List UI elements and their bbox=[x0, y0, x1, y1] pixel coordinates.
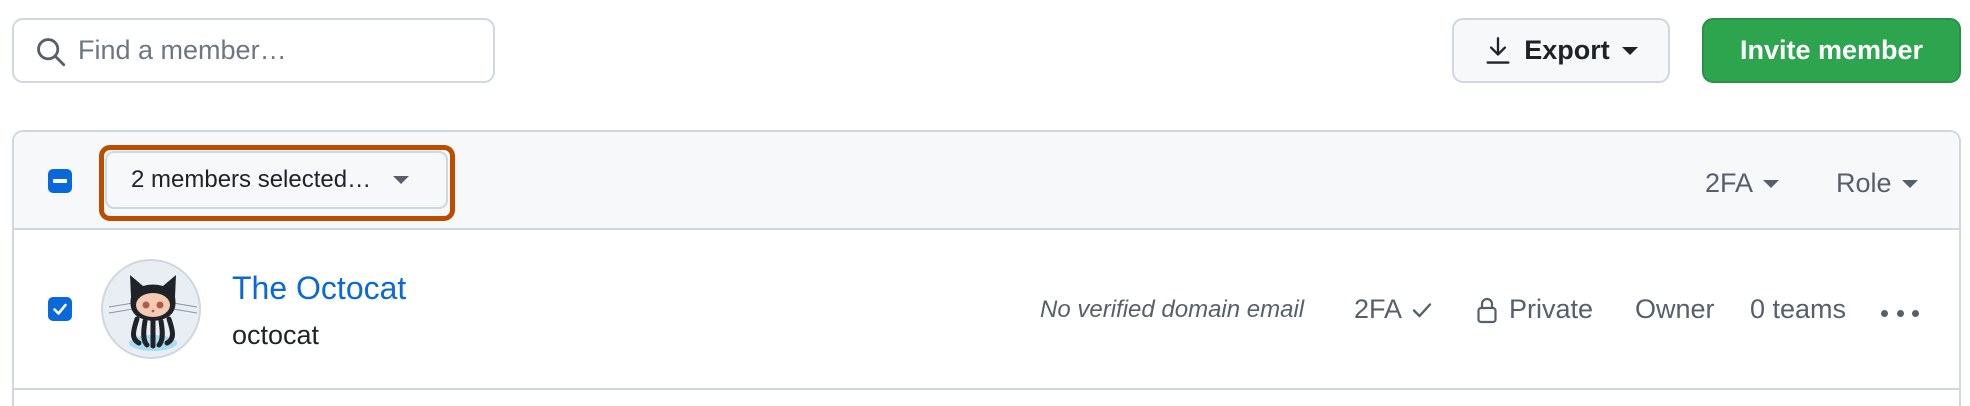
member-login: octocat bbox=[232, 320, 320, 350]
twofa-status: 2FA bbox=[1354, 294, 1434, 325]
visibility-label: Private bbox=[1509, 294, 1594, 324]
membership-visibility[interactable]: Private bbox=[1475, 294, 1593, 325]
lock-icon bbox=[1477, 297, 1497, 323]
dot bbox=[1881, 309, 1888, 317]
selected-count-label: 2 members selected… bbox=[131, 166, 372, 193]
chevron-down-icon bbox=[1763, 179, 1780, 188]
export-label: Export bbox=[1524, 35, 1610, 65]
search-input[interactable] bbox=[78, 22, 478, 79]
twofa-label: 2FA bbox=[1354, 294, 1403, 324]
avatar[interactable] bbox=[101, 259, 201, 359]
chevron-down-icon bbox=[393, 176, 410, 184]
check-icon bbox=[1412, 302, 1432, 317]
invite-member-button[interactable]: Invite member bbox=[1702, 18, 1961, 83]
dot bbox=[1896, 309, 1904, 317]
check-icon bbox=[53, 303, 67, 315]
role-filter-label: Role bbox=[1836, 168, 1892, 198]
member-display-name[interactable]: The Octocat bbox=[232, 270, 406, 307]
octocat-icon bbox=[108, 275, 198, 351]
twofa-filter[interactable]: 2FA bbox=[1705, 168, 1780, 199]
email-status: No verified domain email bbox=[1040, 296, 1305, 323]
search-icon bbox=[37, 38, 66, 67]
indeterminate-icon bbox=[53, 179, 67, 183]
chevron-down-icon bbox=[1621, 46, 1638, 55]
table-header: 2 members selected… 2FA Role bbox=[14, 132, 1959, 230]
export-button[interactable]: Export bbox=[1452, 18, 1670, 83]
member-row-checkbox[interactable] bbox=[48, 297, 72, 321]
twofa-filter-label: 2FA bbox=[1705, 168, 1754, 198]
row-divider bbox=[14, 388, 1959, 390]
download-icon bbox=[1486, 36, 1510, 64]
chevron-down-icon bbox=[1901, 179, 1918, 188]
select-all-checkbox[interactable] bbox=[48, 169, 72, 193]
members-table: 2 members selected… 2FA Role The Octocat… bbox=[12, 130, 1961, 406]
bulk-actions-dropdown[interactable]: 2 members selected… bbox=[105, 151, 448, 209]
kebab-menu-icon[interactable] bbox=[1881, 301, 1919, 325]
dot bbox=[1912, 309, 1919, 317]
member-role: Owner bbox=[1635, 294, 1715, 324]
role-filter[interactable]: Role bbox=[1836, 168, 1918, 199]
member-teams[interactable]: 0 teams bbox=[1750, 294, 1846, 325]
member-search[interactable] bbox=[12, 18, 495, 83]
